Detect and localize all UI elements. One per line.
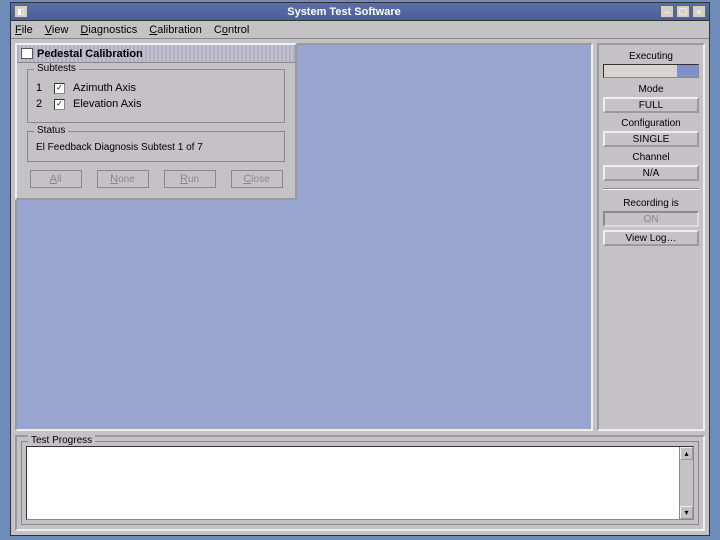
- status-panel: Executing Mode FULL Configuration SINGLE…: [597, 43, 705, 431]
- subtest-label: Elevation Axis: [73, 98, 141, 110]
- executing-label: Executing: [603, 51, 699, 62]
- configuration-label: Configuration: [603, 118, 699, 129]
- none-button[interactable]: None: [97, 170, 149, 188]
- elevation-checkbox[interactable]: ✓: [54, 99, 65, 110]
- subtest-label: Azimuth Axis: [73, 82, 136, 94]
- menu-view[interactable]: View: [45, 24, 69, 36]
- subtest-row-1: 1 ✓ Azimuth Axis: [36, 82, 276, 94]
- channel-button[interactable]: N/A: [603, 165, 699, 181]
- status-text: El Feedback Diagnosis Subtest 1 of 7: [36, 140, 276, 153]
- main-window: ◧ System Test Software – ▢ × File View D…: [10, 2, 710, 536]
- mode-button[interactable]: FULL: [603, 97, 699, 113]
- test-progress-panel: Test Progress ▴ ▾: [15, 435, 705, 531]
- window-title: System Test Software: [28, 6, 660, 18]
- close-window-button[interactable]: ×: [692, 5, 706, 18]
- subtest-number: 1: [36, 82, 46, 94]
- menubar: File View Diagnostics Calibration Contro…: [11, 21, 709, 39]
- status-fieldset: Status El Feedback Diagnosis Subtest 1 o…: [27, 131, 285, 162]
- maximize-button[interactable]: ▢: [676, 5, 690, 18]
- test-progress-legend: Test Progress: [28, 435, 95, 446]
- dialog-title: Pedestal Calibration: [37, 48, 143, 60]
- subtests-legend: Subtests: [34, 63, 79, 74]
- minimize-button[interactable]: –: [660, 5, 674, 18]
- dialog-button-row: All None Run Close: [27, 170, 285, 188]
- subtest-number: 2: [36, 98, 46, 110]
- test-progress-fieldset: Test Progress ▴ ▾: [21, 441, 699, 525]
- scroll-down-icon[interactable]: ▾: [680, 506, 693, 519]
- separator: [603, 188, 699, 190]
- titlebar: ◧ System Test Software – ▢ ×: [11, 3, 709, 21]
- status-legend: Status: [34, 125, 68, 136]
- body-area: Pedestal Calibration Subtests 1 ✓ Azimut…: [11, 39, 709, 435]
- menu-control[interactable]: Control: [214, 24, 249, 36]
- menu-diagnostics[interactable]: Diagnostics: [80, 24, 137, 36]
- configuration-button[interactable]: SINGLE: [603, 131, 699, 147]
- scroll-up-icon[interactable]: ▴: [680, 447, 693, 460]
- channel-label: Channel: [603, 152, 699, 163]
- recording-label: Recording is: [603, 198, 699, 209]
- azimuth-checkbox[interactable]: ✓: [54, 83, 65, 94]
- progress-fill: [677, 65, 698, 77]
- pedestal-calibration-dialog: Pedestal Calibration Subtests 1 ✓ Azimut…: [15, 43, 297, 200]
- subtest-row-2: 2 ✓ Elevation Axis: [36, 98, 276, 110]
- dialog-body: Subtests 1 ✓ Azimuth Axis 2 ✓ Elevation …: [17, 63, 295, 198]
- mode-label: Mode: [603, 84, 699, 95]
- scrollbar[interactable]: ▴ ▾: [679, 447, 693, 519]
- recording-state: ON: [603, 211, 699, 227]
- system-menu-icon[interactable]: ◧: [14, 5, 28, 18]
- window-controls: – ▢ ×: [660, 5, 706, 18]
- subtests-fieldset: Subtests 1 ✓ Azimuth Axis 2 ✓ Elevation …: [27, 69, 285, 123]
- view-log-button[interactable]: View Log…: [603, 230, 699, 246]
- menu-file[interactable]: File: [15, 24, 33, 36]
- close-button[interactable]: Close: [231, 170, 283, 188]
- all-button[interactable]: All: [30, 170, 82, 188]
- run-button[interactable]: Run: [164, 170, 216, 188]
- workspace-canvas: Pedestal Calibration Subtests 1 ✓ Azimut…: [15, 43, 593, 431]
- executing-progress: [603, 64, 699, 78]
- scroll-track[interactable]: [680, 460, 693, 506]
- dialog-icon: [21, 48, 33, 59]
- dialog-titlebar[interactable]: Pedestal Calibration: [17, 45, 295, 63]
- menu-calibration[interactable]: Calibration: [149, 24, 202, 36]
- test-progress-list[interactable]: ▴ ▾: [26, 446, 694, 520]
